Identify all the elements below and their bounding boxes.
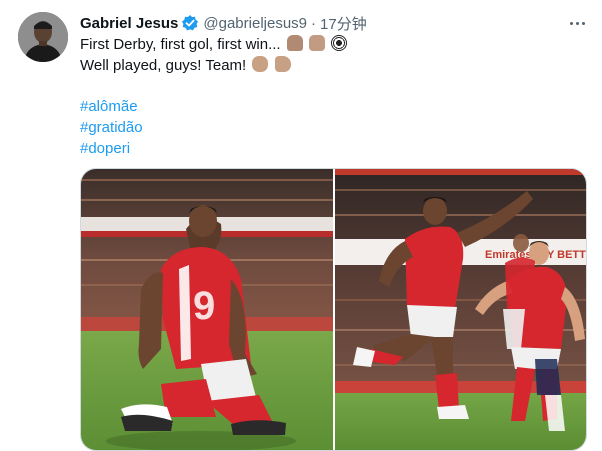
hashtag-link[interactable]: #doperi bbox=[80, 139, 130, 159]
tweet-text-1: First Derby, first gol, first win... bbox=[80, 36, 281, 53]
header-separator: · bbox=[311, 14, 317, 32]
fist-bump-emoji-icon bbox=[252, 56, 269, 72]
soccer-ball-emoji-icon bbox=[331, 35, 348, 51]
media-photo-right[interactable]: Emirates FLY BETTER bbox=[335, 169, 586, 450]
svg-text:9: 9 bbox=[193, 284, 215, 328]
media-grid: 9 Emirates BETT bbox=[80, 168, 587, 451]
verified-badge-icon bbox=[181, 14, 199, 32]
tweet-text-2: Well played, guys! Team! bbox=[80, 57, 247, 74]
tweet-text-line-1: First Derby, first gol, first win... bbox=[80, 35, 348, 55]
tweet-text-line-2: Well played, guys! Team! bbox=[80, 56, 291, 76]
hashtag-link[interactable]: #gratidão bbox=[80, 118, 143, 138]
timestamp[interactable]: 17分钟 bbox=[320, 13, 367, 34]
avatar[interactable] bbox=[18, 12, 68, 62]
more-options-icon[interactable] bbox=[566, 14, 588, 32]
author-name[interactable]: Gabriel Jesus bbox=[80, 15, 178, 32]
media-photo-left[interactable]: 9 bbox=[81, 169, 333, 450]
author-handle[interactable]: @gabrieljesus9 bbox=[203, 15, 307, 32]
tweet-header: Gabriel Jesus @gabrieljesus9 · 17分钟 bbox=[80, 12, 367, 34]
call-me-hand-emoji-icon bbox=[274, 56, 291, 72]
tweet-card: Gabriel Jesus @gabrieljesus9 · 17分钟 Firs… bbox=[0, 0, 602, 451]
hashtag-link[interactable]: #alômãe bbox=[80, 97, 138, 117]
praying-hands-emoji-icon bbox=[286, 35, 303, 51]
raising-hands-emoji-icon bbox=[308, 35, 325, 51]
